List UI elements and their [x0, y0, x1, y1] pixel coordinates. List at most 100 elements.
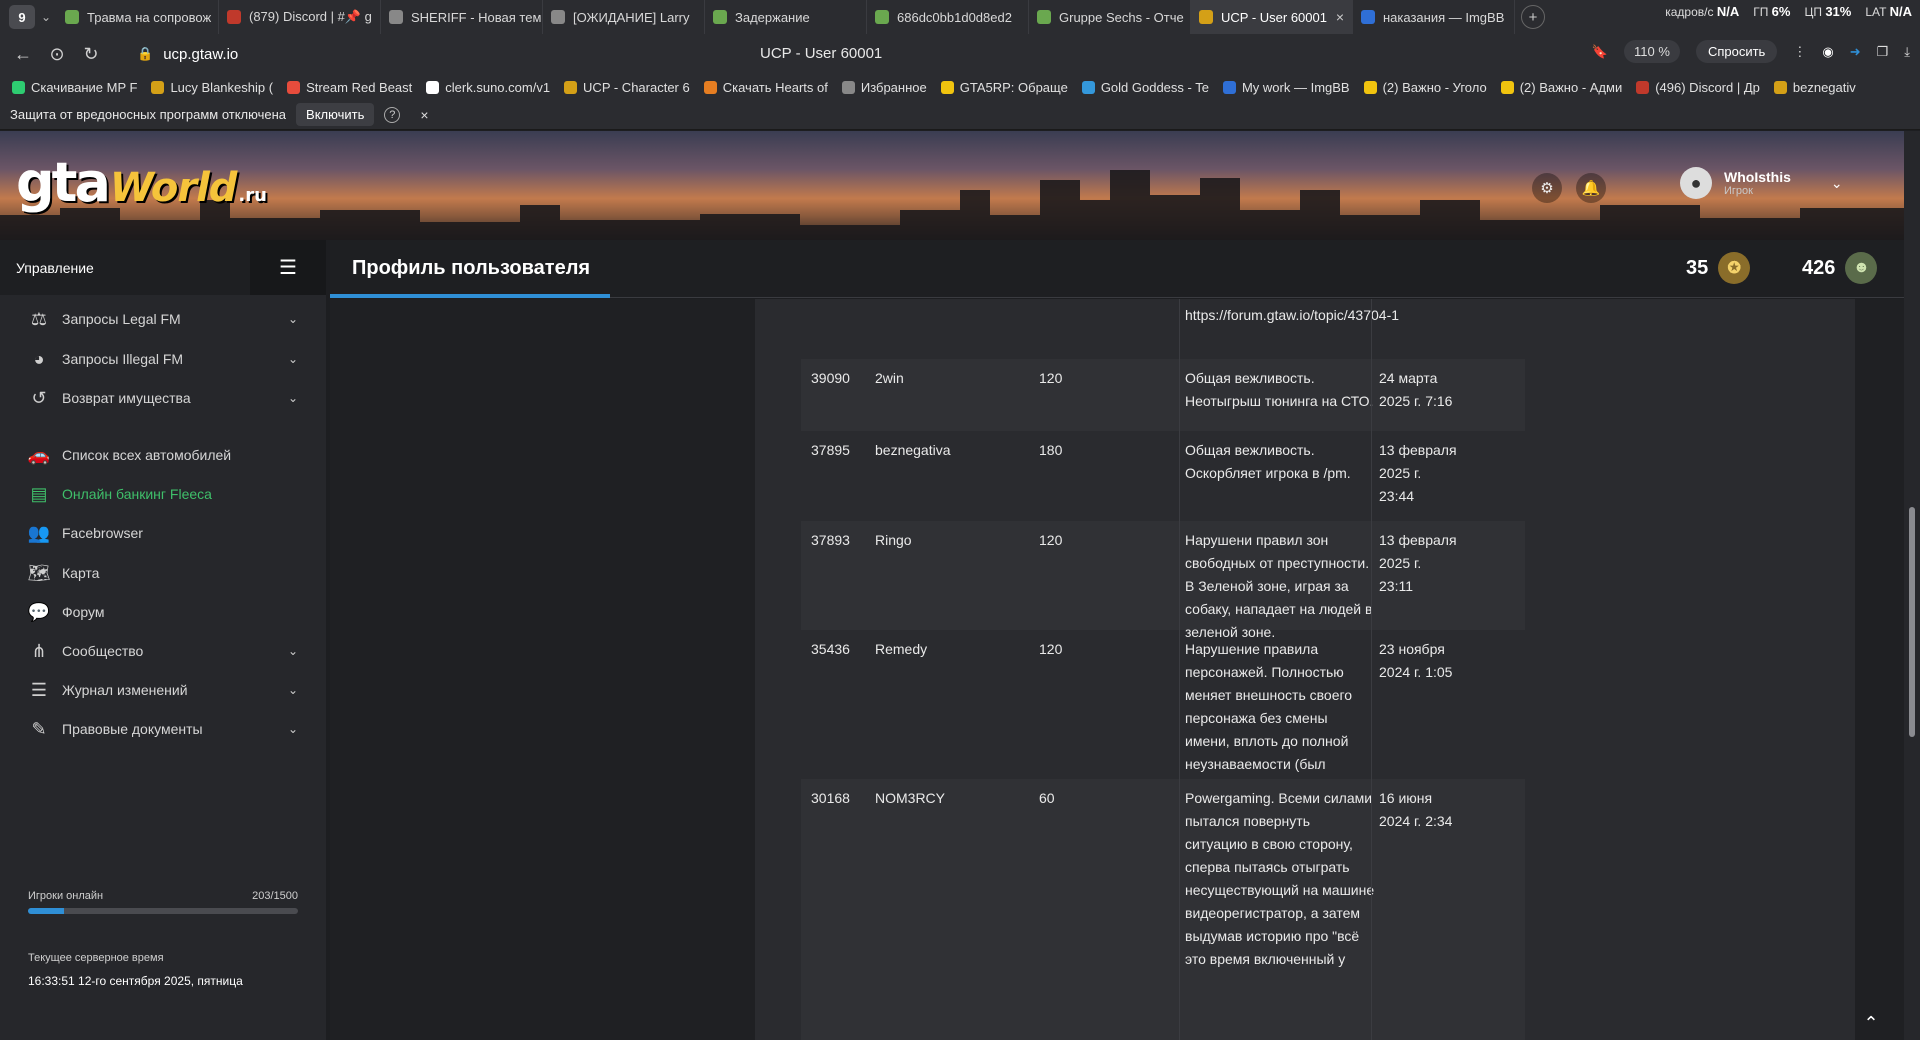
server-time-label: Текущее серверное время: [28, 952, 164, 964]
chevron-down-icon[interactable]: ⌄: [288, 644, 298, 658]
punishments-table: https://forum.gtaw.io/topic/43704-1 3909…: [755, 299, 1855, 1040]
share-arrow-icon[interactable]: ➜: [1850, 44, 1861, 60]
table-cell-minutes: 60: [1039, 790, 1055, 806]
table-cell-reason[interactable]: https://forum.gtaw.io/topic/43704-1: [1185, 304, 1435, 327]
sidebar-item[interactable]: ▤ Онлайн банкинг Fleeca: [0, 474, 326, 514]
browser-tab[interactable]: UCP - User 60001 ×: [1191, 0, 1353, 34]
browser-tab[interactable]: 686dc0bb1d0d8ed2: [867, 0, 1029, 34]
table-cell-date: 16 июня 2024 г. 2:34: [1379, 790, 1453, 829]
bookmark-item[interactable]: Скачивание MP F: [12, 80, 137, 95]
tab-favicon-icon: [875, 10, 889, 24]
table-cell-admin: NOM3RCY: [875, 790, 946, 806]
user-menu[interactable]: ● WhoIsthis Игрок ⌄: [1680, 167, 1843, 199]
more-menu-icon[interactable]: ⋮: [1793, 44, 1806, 60]
bookmark-item[interactable]: GTA5RP: Обраще: [940, 80, 1068, 95]
bookmark-favicon-icon: [1636, 80, 1650, 94]
column-divider: [1371, 359, 1372, 431]
chevron-down-icon[interactable]: ⌄: [1831, 175, 1843, 192]
sidebar-item-label: Facebrowser: [62, 525, 143, 541]
hamburger-menu-icon[interactable]: ☰: [250, 240, 326, 295]
players-online-bar-fill: [28, 908, 65, 914]
browser-tab[interactable]: наказания — ImgBB: [1353, 0, 1515, 34]
bookmark-icon[interactable]: 🔖: [1592, 44, 1608, 60]
sidebar-item[interactable]: ☰ Журнал изменений ⌄: [0, 670, 326, 710]
bookmark-label: Избранное: [860, 79, 927, 95]
stat-badge-score: 426 ☻: [1802, 252, 1878, 284]
back-arrow-icon[interactable]: ←: [6, 44, 40, 65]
close-tab-icon[interactable]: ×: [1330, 9, 1344, 25]
bookmark-item[interactable]: Lucy Blankeship (: [151, 80, 273, 95]
close-warning-button[interactable]: ×: [420, 107, 428, 123]
help-icon[interactable]: ?: [384, 106, 401, 123]
tab-count-button[interactable]: 9: [9, 5, 35, 29]
bookmark-item[interactable]: clerk.suno.com/v1: [426, 80, 550, 95]
sidebar-item-icon: ☰: [30, 679, 48, 700]
table-cell-date: 24 марта 2025 г. 7:16: [1379, 370, 1453, 409]
bookmark-item[interactable]: beznegativ: [1773, 80, 1856, 95]
download-icon[interactable]: ⤓: [1904, 44, 1910, 60]
bookmark-item[interactable]: (2) Важно - Уголо: [1363, 80, 1487, 95]
shield-icon[interactable]: ⊙: [40, 44, 74, 65]
scrollbar-thumb[interactable]: [1909, 507, 1915, 737]
sidebar-item-icon: ✎: [31, 718, 47, 739]
chevron-down-icon[interactable]: ⌄: [288, 391, 298, 405]
chevron-down-icon[interactable]: ⌄: [288, 312, 298, 326]
bookmark-favicon-icon: [940, 80, 954, 94]
browser-tab[interactable]: SHERIFF - Новая тем: [381, 0, 543, 34]
browser-tab[interactable]: (879) Discord | #📌 g: [219, 0, 381, 34]
ask-button[interactable]: Спросить: [1695, 40, 1778, 63]
notification-bell-icon[interactable]: 🔔: [1576, 173, 1606, 203]
bookmark-favicon-icon: [1363, 80, 1377, 94]
sidebar-item[interactable]: 🗺 Карта: [0, 553, 326, 593]
chevron-down-icon[interactable]: ⌄: [288, 722, 298, 736]
table-cell-date: 13 февраля 2025 г. 23:44: [1379, 442, 1457, 504]
bookmark-item[interactable]: Stream Red Beast: [287, 80, 412, 95]
bookmark-item[interactable]: (496) Discord | Др: [1636, 80, 1760, 95]
bookmark-item[interactable]: My work — ImgBB: [1222, 80, 1350, 95]
gta-world-logo[interactable]: gtaWorld .ru: [16, 151, 267, 214]
browser-tab[interactable]: Травма на сопровож: [57, 0, 219, 34]
tab-favicon-icon: [1199, 10, 1213, 24]
user-role: Игрок: [1724, 185, 1753, 197]
tab-favicon-icon: [1361, 10, 1375, 24]
browser-tab[interactable]: [ОЖИДАНИЕ] Larry: [543, 0, 705, 34]
column-divider: [1371, 630, 1372, 779]
sidebar-item[interactable]: 👥 Facebrowser: [0, 513, 326, 553]
bookmark-item[interactable]: (2) Важно - Адми: [1500, 80, 1622, 95]
vk-extension-icon[interactable]: ◉: [1822, 44, 1833, 60]
scroll-to-top-icon[interactable]: ⌃: [1854, 1006, 1888, 1040]
bookmark-favicon-icon: [1081, 80, 1095, 94]
bookmark-item[interactable]: Избранное: [841, 79, 927, 95]
bookmark-item[interactable]: UCP - Character 6: [564, 80, 690, 95]
settings-gear-icon[interactable]: ⚙: [1532, 173, 1562, 203]
user-name: WhoIsthis: [1724, 169, 1791, 185]
bookmark-item[interactable]: Скачать Hearts of: [703, 80, 828, 95]
enable-protection-button[interactable]: Включить: [296, 103, 375, 126]
sidebar-item[interactable]: ↺ Возврат имущества ⌄: [0, 378, 326, 418]
table-cell-admin: Ringo: [875, 532, 912, 548]
reload-icon[interactable]: ↻: [74, 44, 108, 65]
bookmark-item[interactable]: Gold Goddess - Te: [1081, 80, 1209, 95]
tab-list-chevron-icon[interactable]: ⌄: [35, 10, 57, 24]
page-scrollbar[interactable]: [1904, 131, 1920, 1040]
sidebar-item[interactable]: ✎ Правовые документы ⌄: [0, 709, 326, 749]
browser-tab[interactable]: Gruppe Sechs - Отче: [1029, 0, 1191, 34]
zoom-indicator[interactable]: 110 %: [1624, 40, 1680, 63]
table-cell-admin: Remedy: [875, 641, 928, 657]
page-title-in-bar: UCP - User 60001: [760, 45, 883, 62]
sidebar-item[interactable]: ⚖ Запросы Legal FM ⌄: [0, 299, 326, 339]
bookmark-favicon-icon: [703, 80, 717, 94]
tab-title: Gruppe Sechs - Отче: [1059, 9, 1184, 25]
sidebar-item[interactable]: 🚗 Список всех автомобилей: [0, 435, 326, 475]
sidebar-item[interactable]: ◕ Запросы Illegal FM ⌄: [0, 339, 326, 379]
chevron-down-icon[interactable]: ⌄: [288, 352, 298, 366]
content-area: https://forum.gtaw.io/topic/43704-1 3909…: [330, 299, 1904, 1040]
collections-icon[interactable]: ❐: [1877, 44, 1889, 60]
chevron-down-icon[interactable]: ⌄: [288, 683, 298, 697]
players-online-label: Игроки онлайн: [28, 890, 104, 902]
browser-tab[interactable]: Задержание: [705, 0, 867, 34]
sidebar-item[interactable]: 💬 Форум: [0, 592, 326, 632]
new-tab-button[interactable]: +: [1521, 5, 1545, 29]
sidebar-item-label: Правовые документы: [62, 721, 203, 737]
sidebar-item[interactable]: ⋔ Сообщество ⌄: [0, 631, 326, 671]
